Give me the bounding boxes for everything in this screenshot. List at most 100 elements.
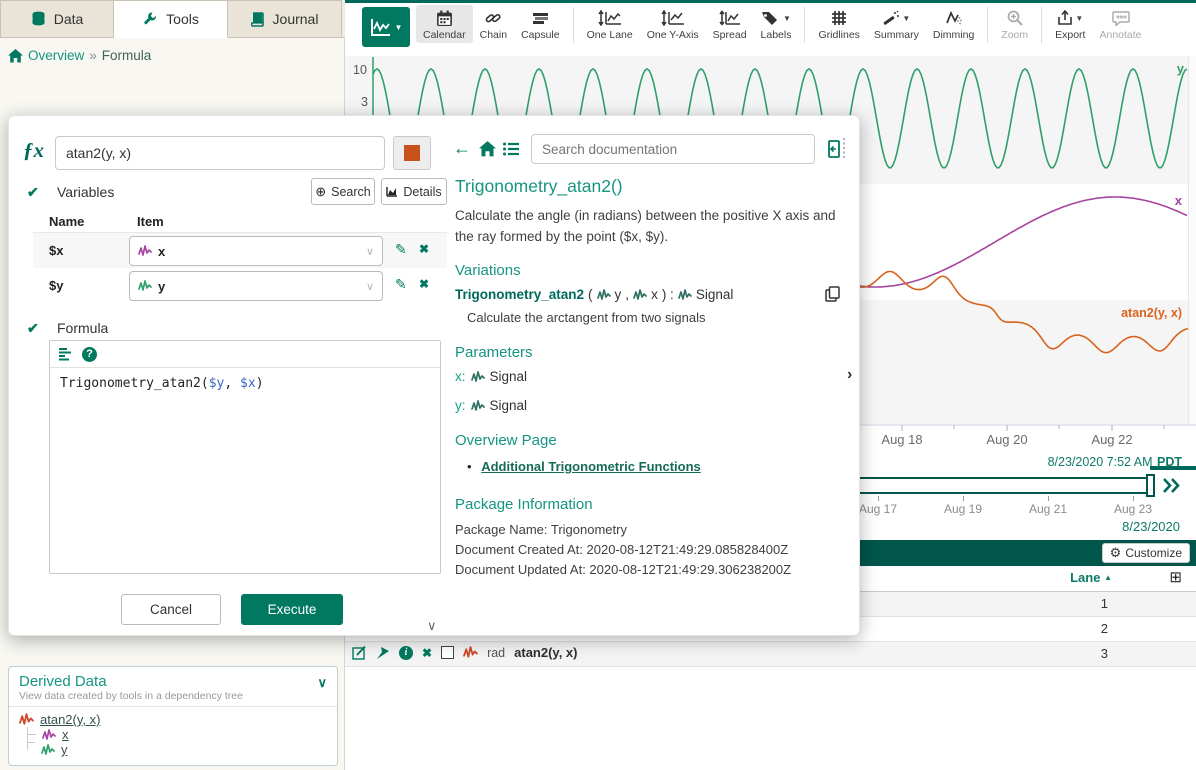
derived-data-panel: Derived Data View data created by tools … — [8, 666, 338, 766]
derived-data-title: Derived Data — [19, 673, 327, 690]
export-icon — [1057, 10, 1073, 26]
cancel-button[interactable]: Cancel — [121, 594, 221, 625]
tab-journal[interactable]: Journal — [228, 0, 342, 38]
lane-column-header[interactable]: Lane ▲ — [1070, 570, 1112, 585]
auto-update-icon[interactable] — [1162, 478, 1182, 493]
toolbar-separator — [987, 7, 988, 43]
info-icon[interactable]: i — [399, 646, 413, 660]
add-column-icon[interactable]: ⊞ — [1169, 568, 1182, 586]
toolbar-dimming[interactable]: Dimming — [926, 5, 981, 43]
tree-root-row: atan2(y, x) — [19, 712, 327, 727]
area-chart-icon — [386, 186, 398, 197]
home-icon[interactable] — [8, 49, 23, 63]
toolbar-chain[interactable]: Chain — [473, 5, 514, 43]
capsule-icon — [532, 11, 549, 26]
database-icon — [31, 11, 46, 27]
doc-title: Trigonometry_atan2() — [455, 176, 623, 197]
derived-data-header[interactable]: Derived Data View data created by tools … — [9, 667, 337, 707]
journal-icon — [251, 12, 265, 27]
toolbar-one-y-axis[interactable]: One Y-Axis — [640, 5, 706, 43]
doc-back-icon[interactable]: ← — [453, 138, 471, 159]
tab-tools[interactable]: Tools — [114, 0, 228, 38]
tree-root-link[interactable]: atan2(y, x) — [40, 712, 100, 727]
toolbar-labels[interactable]: ▼ Labels — [754, 5, 799, 43]
toolbar-label: Gridlines — [818, 29, 859, 41]
send-to-icon[interactable] — [376, 646, 390, 660]
tab-data[interactable]: Data — [0, 0, 114, 38]
toolbar-label: One Y-Axis — [647, 29, 699, 41]
trend-toolbar: Calendar Chain Capsule One Lane One Y-Ax… — [416, 5, 1149, 43]
doc-index-icon[interactable] — [503, 142, 519, 156]
range-selector-highlight — [1150, 466, 1196, 470]
variable-name: $x — [49, 243, 63, 258]
chevron-down-icon[interactable]: ∨ — [317, 675, 327, 691]
toolbar-label: Spread — [713, 29, 747, 41]
variable-item-select[interactable]: y ∨ — [129, 271, 383, 301]
toolbar-calendar[interactable]: Calendar — [416, 5, 473, 43]
additional-trig-functions-link[interactable]: Additional Trigonometric Functions — [481, 459, 701, 474]
toolbar-summary[interactable]: ▼ Summary — [867, 5, 926, 43]
doc-home-icon[interactable] — [479, 141, 496, 157]
toolbar-export[interactable]: ▼ Export — [1048, 5, 1092, 43]
toolbar-gridlines[interactable]: Gridlines — [811, 5, 866, 43]
toolbar-annotate: Annotate — [1092, 5, 1148, 43]
variable-name: $y — [49, 278, 63, 293]
doc-description: Calculate the angle (in radians) between… — [455, 206, 851, 248]
toolbar-capsule[interactable]: Capsule — [514, 5, 567, 43]
sort-ascending-icon: ▲ — [1104, 573, 1112, 582]
formula-name-input[interactable] — [55, 136, 385, 170]
view-mode-dropdown-button[interactable]: ▼ — [362, 7, 410, 47]
remove-variable-icon[interactable]: ✖ — [419, 277, 429, 291]
range-end-date[interactable]: 8/23/2020 — [1122, 519, 1180, 534]
tree-child-link-y[interactable]: y — [61, 742, 68, 757]
formula-history-icon[interactable] — [58, 347, 72, 361]
signal-icon — [463, 646, 478, 659]
tree-child-link-x[interactable]: x — [62, 727, 69, 742]
range-tick-label: Aug 21 — [1029, 502, 1067, 516]
breadcrumb-overview-link[interactable]: Overview — [28, 48, 84, 63]
toolbar-zoom: Zoom — [994, 5, 1035, 43]
help-icon[interactable]: ? — [82, 347, 97, 362]
wrench-icon — [142, 11, 158, 27]
undock-panel-icon[interactable] — [827, 137, 847, 161]
toolbar-separator — [804, 7, 805, 43]
edit-variable-icon[interactable]: ✎ — [395, 276, 407, 293]
copy-icon[interactable] — [825, 286, 840, 302]
overview-page-heading: Overview Page — [455, 432, 557, 449]
one-y-axis-icon — [661, 10, 685, 26]
remove-variable-icon[interactable]: ✖ — [419, 242, 429, 256]
edit-icon[interactable] — [352, 645, 367, 660]
select-checkbox[interactable] — [441, 646, 454, 659]
toolbar-spread[interactable]: Spread — [706, 5, 754, 43]
toolbar-label: Calendar — [423, 29, 466, 41]
color-swatch-button[interactable] — [393, 136, 431, 170]
signal-name[interactable]: atan2(y, x) — [514, 645, 577, 660]
variable-item-select[interactable]: x ∨ — [129, 236, 383, 266]
tab-label: Tools — [166, 11, 199, 27]
details-button[interactable]: Details — [381, 178, 447, 205]
signal-icon — [19, 713, 34, 726]
tab-label: Data — [54, 11, 84, 27]
parameter-row: x: Signal — [455, 369, 527, 384]
signal-icon — [41, 744, 55, 756]
toolbar-one-lane[interactable]: One Lane — [580, 5, 640, 43]
customize-button[interactable]: ⚙ Customize — [1102, 543, 1190, 563]
tree-connector — [27, 742, 35, 750]
edit-variable-icon[interactable]: ✎ — [395, 241, 407, 258]
doc-search-input[interactable] — [531, 134, 815, 164]
signal-icon — [138, 280, 152, 292]
formula-code-input[interactable]: Trigonometry_atan2($y, $x) — [50, 368, 440, 399]
tree-child-row: x — [27, 727, 327, 742]
range-slider-handle[interactable] — [1146, 474, 1155, 497]
chevron-right-icon[interactable]: › — [847, 366, 852, 384]
package-name-line: Package Name: Trigonometry — [455, 522, 627, 537]
table-row[interactable]: 3 i ✖ rad atan2(y, x) — [345, 642, 1196, 667]
remove-icon[interactable]: ✖ — [422, 646, 432, 660]
execute-button[interactable]: Execute — [241, 594, 343, 625]
parameter-row: y: Signal — [455, 398, 527, 413]
chevron-down-icon: ▼ — [395, 23, 403, 32]
search-variables-button[interactable]: ⊕ Search — [311, 178, 375, 205]
signal-unit: rad — [487, 646, 505, 660]
fx-icon: ƒx — [23, 138, 44, 163]
collapse-panel-chevron[interactable]: ∨ — [427, 618, 437, 634]
